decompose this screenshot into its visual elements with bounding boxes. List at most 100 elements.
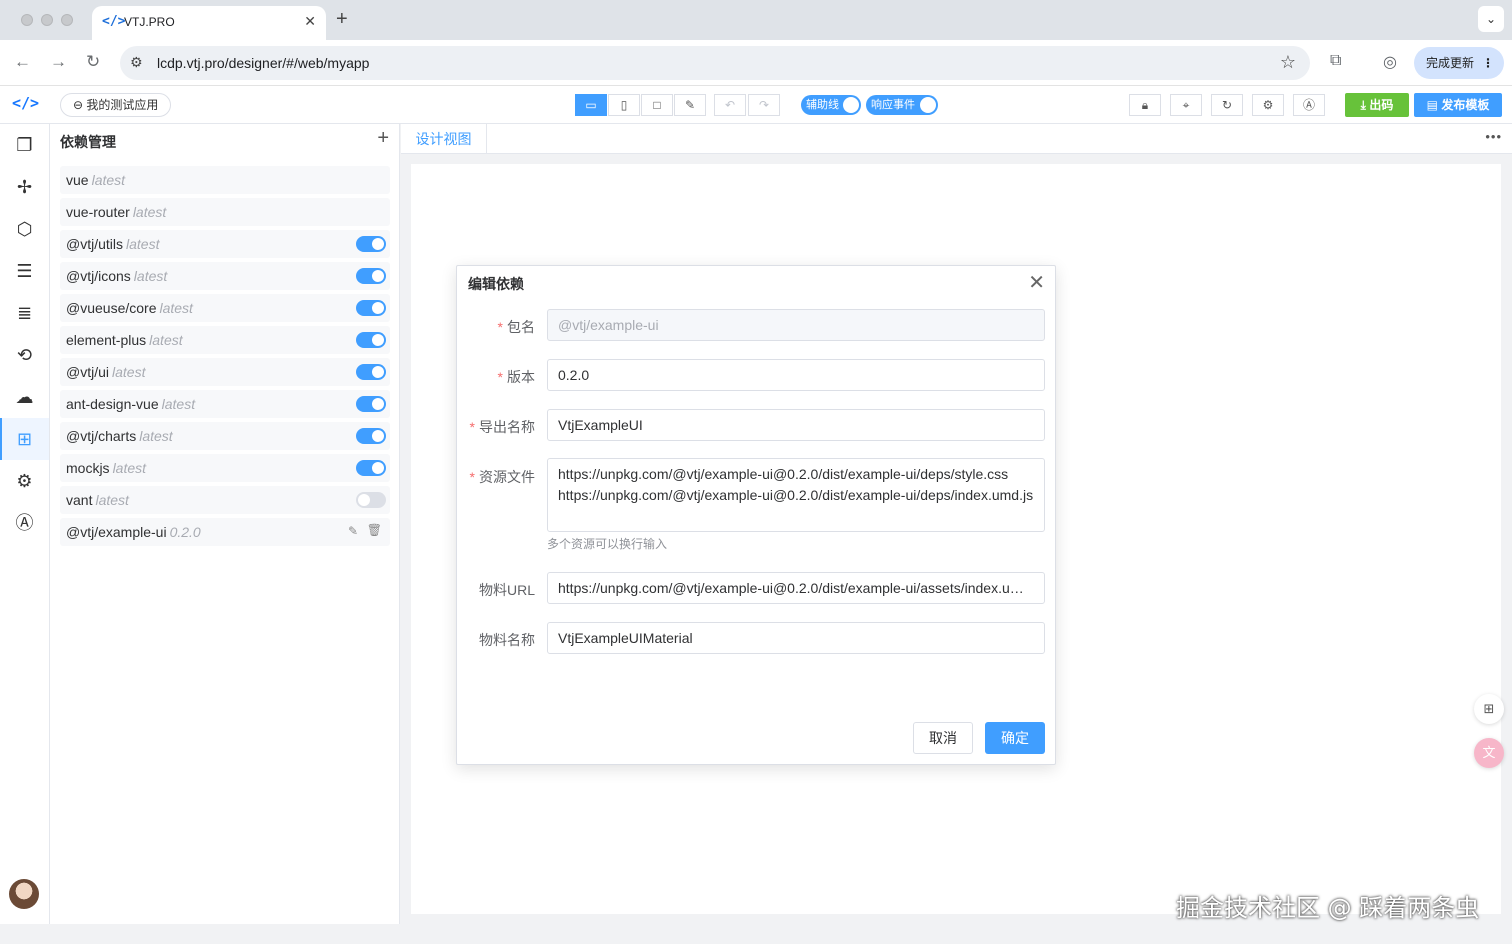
address-bar: ← → ↻ ⚙ lcdp.vtj.pro/designer/#/web/myap… — [0, 40, 1512, 86]
dependency-enable-switch[interactable] — [356, 364, 386, 380]
dependency-item[interactable]: @vtj/utils latest — [60, 230, 390, 258]
dependency-item[interactable]: vue-router latest — [60, 198, 390, 226]
dependency-enable-switch[interactable] — [356, 396, 386, 412]
dependency-item[interactable]: vant latest — [60, 486, 390, 514]
edit-pencil-icon[interactable]: ✎ — [348, 524, 358, 538]
dependency-item[interactable]: @vtj/ui latest — [60, 358, 390, 386]
assets-line-2: https://unpkg.com/@vtj/example-ui@0.2.0/… — [558, 487, 1034, 503]
tab-close-icon[interactable]: ✕ — [304, 13, 316, 30]
dependency-item[interactable]: element-plus latest — [60, 326, 390, 354]
dependency-enable-switch[interactable] — [356, 492, 386, 508]
dependency-enable-switch[interactable] — [356, 460, 386, 476]
ai-assistant-icon[interactable]: Ⓐ — [1293, 94, 1325, 116]
profile-icon[interactable]: ◎ — [1383, 52, 1397, 72]
dependency-version: latest — [149, 332, 183, 348]
dependency-enable-switch[interactable] — [356, 236, 386, 252]
templates-layout-icon[interactable]: ☰ — [0, 250, 49, 292]
dependency-enable-switch[interactable] — [356, 268, 386, 284]
material-url-input[interactable]: https://unpkg.com/@vtj/example-ui@0.2.0/… — [547, 572, 1045, 604]
more-vert-icon: ⋮ — [1482, 56, 1494, 70]
dependency-item[interactable]: @vueuse/core latest — [60, 294, 390, 322]
cancel-button[interactable]: 取消 — [913, 722, 973, 754]
export-name-label: * 导出名称 — [469, 419, 535, 435]
window-zoom-dot[interactable] — [61, 14, 73, 26]
translate-icon[interactable]: 文 — [1474, 738, 1504, 768]
settings-gear-icon[interactable]: ⚙ — [1252, 94, 1284, 116]
outline-tree-icon[interactable]: ≣ — [0, 292, 49, 334]
redo-icon[interactable]: ↷ — [748, 94, 780, 116]
window-close-dot[interactable] — [21, 14, 33, 26]
export-name-input[interactable]: VtjExampleUI — [547, 409, 1045, 441]
dependency-version: latest — [112, 364, 146, 380]
dependency-enable-switch[interactable] — [356, 428, 386, 444]
browser-tab[interactable]: </> VTJ.PRO ✕ — [92, 6, 326, 40]
dependency-name: vue-router latest — [66, 204, 166, 220]
preview-scan-icon[interactable]: ⌖ — [1170, 94, 1202, 116]
desktop-view-icon[interactable]: ▭ — [575, 94, 607, 116]
dependency-name: mockjs latest — [66, 460, 146, 476]
api-cloud-icon[interactable]: ☁ — [0, 376, 49, 418]
assets-textarea[interactable]: https://unpkg.com/@vtj/example-ui@0.2.0/… — [547, 458, 1045, 532]
version-label: * 版本 — [497, 369, 535, 385]
components-puzzle-icon[interactable]: ✢ — [0, 166, 49, 208]
vtj-logo-icon[interactable]: </> — [12, 94, 39, 112]
events-toggle[interactable]: 响应事件 — [866, 95, 938, 115]
version-input[interactable]: 0.2.0 — [547, 359, 1045, 391]
history-icon[interactable]: ⟲ — [0, 334, 49, 376]
url-text[interactable]: lcdp.vtj.pro/designer/#/web/myapp — [157, 55, 369, 71]
tab-design-view[interactable]: 设计视图 — [401, 124, 487, 154]
reload-icon[interactable]: ↻ — [86, 52, 100, 72]
refresh-icon[interactable]: ↻ — [1211, 94, 1243, 116]
assets-line-1: https://unpkg.com/@vtj/example-ui@0.2.0/… — [558, 466, 1009, 482]
tablet-view-icon[interactable]: □ — [641, 94, 673, 116]
material-name-input[interactable]: VtjExampleUIMaterial — [547, 622, 1045, 654]
pages-icon[interactable]: ❐ — [0, 124, 49, 166]
update-button[interactable]: 完成更新 ⋮ — [1414, 47, 1504, 79]
delete-trash-icon[interactable]: 🗑︎ — [367, 523, 382, 537]
dependency-name-text: @vtj/ui — [66, 364, 109, 380]
settings-icon[interactable]: ⚙ — [0, 460, 49, 502]
tab-search-chevron-icon[interactable]: ⌄ — [1478, 6, 1504, 32]
package-name-input[interactable]: @vtj/example-ui — [547, 309, 1045, 341]
events-toggle-label: 响应事件 — [871, 99, 915, 111]
window-minimize-dot[interactable] — [41, 14, 53, 26]
lock-icon[interactable]: 🔒︎ — [1129, 94, 1161, 116]
pen-edit-icon[interactable]: ✎ — [674, 94, 706, 116]
forward-arrow-icon[interactable]: → — [50, 52, 67, 72]
ai-icon[interactable]: Ⓐ — [0, 502, 49, 544]
dependency-version: latest — [159, 300, 193, 316]
dependency-name-text: vue-router — [66, 204, 130, 220]
bookmark-star-icon[interactable]: ☆ — [1280, 52, 1296, 73]
app-header: </> ⊖ 我的测试应用 ▭ ▯ □ ✎ ↶ ↷ 辅助线 响应事件 🔒︎ ⌖ ↻… — [0, 86, 1512, 124]
blocks-cube-icon[interactable]: ⬡ — [0, 208, 49, 250]
mobile-view-icon[interactable]: ▯ — [608, 94, 640, 116]
guides-toggle[interactable]: 辅助线 — [801, 95, 861, 115]
dependency-item[interactable]: @vtj/icons latest — [60, 262, 390, 290]
dependency-item[interactable]: @vtj/example-ui 0.2.0 ✎ 🗑︎ — [60, 518, 390, 546]
dependency-item[interactable]: ant-design-vue latest — [60, 390, 390, 418]
tab-title: VTJ.PRO — [124, 15, 175, 29]
undo-icon[interactable]: ↶ — [714, 94, 746, 116]
confirm-button[interactable]: 确定 — [985, 722, 1045, 754]
site-settings-icon[interactable]: ⚙ — [130, 54, 143, 71]
add-block-icon[interactable]: ⊞ — [1474, 694, 1504, 724]
export-code-button[interactable]: ⤓ 出码 — [1345, 93, 1409, 117]
extensions-puzzle-icon[interactable]: ⧉ — [1330, 52, 1341, 70]
project-pill[interactable]: ⊖ 我的测试应用 — [60, 93, 172, 117]
new-tab-icon[interactable]: + — [336, 9, 348, 29]
dependency-item[interactable]: @vtj/charts latest — [60, 422, 390, 450]
user-avatar[interactable] — [9, 879, 39, 909]
dependency-name: @vtj/icons latest — [66, 268, 167, 284]
dependency-enable-switch[interactable] — [356, 300, 386, 316]
dependency-enable-switch[interactable] — [356, 332, 386, 348]
dependency-item[interactable]: vue latest — [60, 166, 390, 194]
back-arrow-icon[interactable]: ← — [14, 52, 31, 72]
publish-template-button[interactable]: ▤ 发布模板 — [1414, 93, 1502, 117]
dependency-name-text: vue — [66, 172, 89, 188]
add-dependency-icon[interactable]: + — [377, 127, 389, 150]
dependency-item[interactable]: mockjs latest — [60, 454, 390, 482]
dependencies-apps-icon[interactable]: ⊞ — [0, 418, 49, 460]
dialog-close-icon[interactable]: ✕ — [1028, 270, 1045, 295]
url-omnibox[interactable]: ⚙ lcdp.vtj.pro/designer/#/web/myapp ☆ — [120, 46, 1310, 80]
more-horizontal-icon[interactable]: ••• — [1485, 129, 1502, 144]
